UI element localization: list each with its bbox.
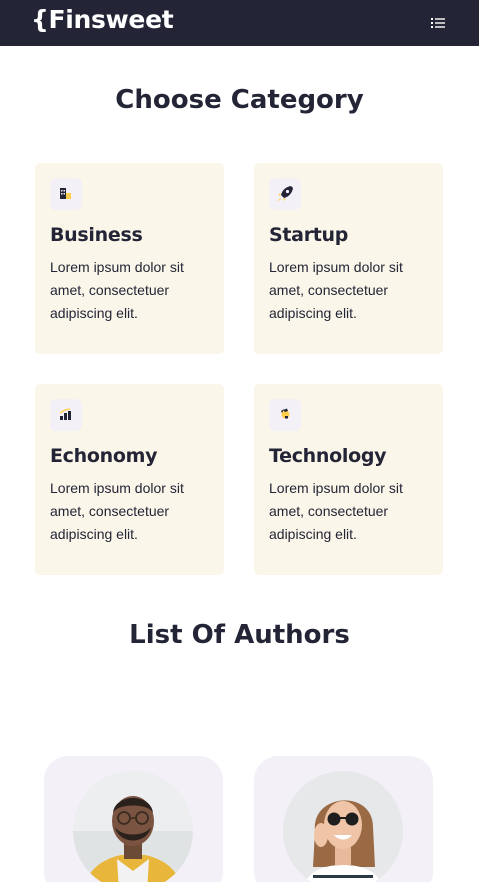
category-card-startup[interactable]: Startup Lorem ipsum dolor sit amet, cons… [254,163,443,354]
author-card[interactable] [254,756,433,882]
choose-category-title: Choose Category [115,85,364,115]
category-title: Echonomy [50,445,158,467]
author-card[interactable] [44,756,223,882]
navbar: {Finsweet [0,0,479,46]
category-card-technology[interactable]: Technology Lorem ipsum dolor sit amet, c… [254,384,443,575]
category-title: Business [50,224,143,246]
business-building-icon [50,178,82,210]
author-avatar [283,771,403,882]
category-description: Lorem ipsum dolor sit amet, consectetuer… [50,480,184,542]
bar-chart-icon [50,399,82,431]
list-of-authors-title: List Of Authors [129,620,350,650]
category-card-business[interactable]: Business Lorem ipsum dolor sit amet, con… [35,163,224,354]
category-title: Startup [269,224,349,246]
hamburger-list-icon[interactable] [431,17,445,29]
chip-icon [269,399,301,431]
category-card-economy[interactable]: Echonomy Lorem ipsum dolor sit amet, con… [35,384,224,575]
category-description: Lorem ipsum dolor sit amet, consectetuer… [269,259,403,321]
category-title: Technology [269,445,387,467]
author-avatar [73,771,193,882]
category-description: Lorem ipsum dolor sit amet, consectetuer… [269,480,403,542]
rocket-icon [269,178,301,210]
category-description: Lorem ipsum dolor sit amet, consectetuer… [50,259,184,321]
finsweet-logo[interactable]: {Finsweet [31,5,174,34]
